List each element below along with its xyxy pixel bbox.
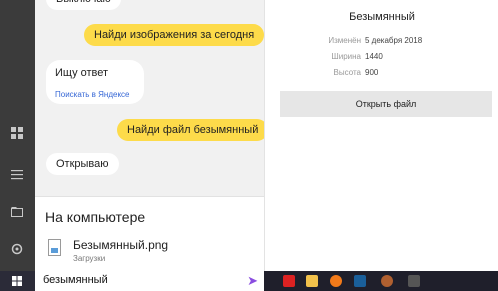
image-file-icon (48, 239, 61, 256)
bot-message: Открываю (46, 153, 119, 175)
open-file-button[interactable]: Открыть файл (280, 91, 492, 117)
terminal-icon[interactable] (354, 275, 366, 287)
list-icon[interactable] (8, 168, 26, 184)
app-icon[interactable] (381, 275, 393, 287)
user-message: Найди изображения за сегодня (84, 24, 265, 46)
preview-title: Безымянный (349, 11, 415, 23)
apps-icon[interactable] (8, 127, 26, 143)
bot-card: Ищу ответ Поискать в Яндексе (46, 60, 144, 104)
results-heading: На компьютере (45, 209, 146, 225)
search-results: На компьютере Безымянный.png Загрузки (35, 196, 264, 272)
bot-message-partial: Выключаю (46, 0, 121, 10)
firefox-icon[interactable] (330, 275, 342, 287)
settings-icon[interactable] (8, 243, 26, 259)
meta-value: 5 декабря 2018 (365, 36, 423, 45)
explorer-icon[interactable] (306, 275, 318, 287)
file-result[interactable]: Безымянный.png Загрузки (45, 237, 255, 265)
window-icon[interactable] (408, 275, 420, 287)
meta-key: Ширина (331, 52, 361, 61)
windows-icon (12, 276, 22, 286)
search-input[interactable]: безымянный (43, 274, 108, 286)
meta-row: Ширина 1440 (265, 52, 498, 66)
folder-icon[interactable] (8, 206, 26, 222)
search-box[interactable]: безымянный ➤ (35, 271, 264, 291)
meta-value: 900 (365, 68, 379, 77)
bot-card-text: Ищу ответ (55, 67, 109, 79)
file-preview: Безымянный Изменён 5 декабря 2018 Ширина… (264, 0, 498, 271)
search-yandex-link[interactable]: Поискать в Яндексе (55, 90, 130, 99)
yandex-icon[interactable] (283, 275, 295, 287)
chat-panel: Выключаю Найди изображения за сегодня Ищ… (35, 0, 269, 196)
taskbar: безымянный ➤ (0, 271, 498, 291)
meta-key: Высота (333, 68, 361, 77)
user-message: Найди файл безымянный (117, 119, 269, 141)
meta-value: 1440 (365, 52, 383, 61)
start-button[interactable] (0, 271, 35, 291)
left-rail (0, 0, 35, 271)
meta-row: Высота 900 (265, 68, 498, 82)
meta-key: Изменён (328, 36, 361, 45)
file-name: Безымянный.png (73, 238, 169, 252)
meta-row: Изменён 5 декабря 2018 (265, 36, 498, 50)
file-location: Загрузки (73, 254, 106, 263)
send-icon[interactable]: ➤ (247, 273, 258, 289)
